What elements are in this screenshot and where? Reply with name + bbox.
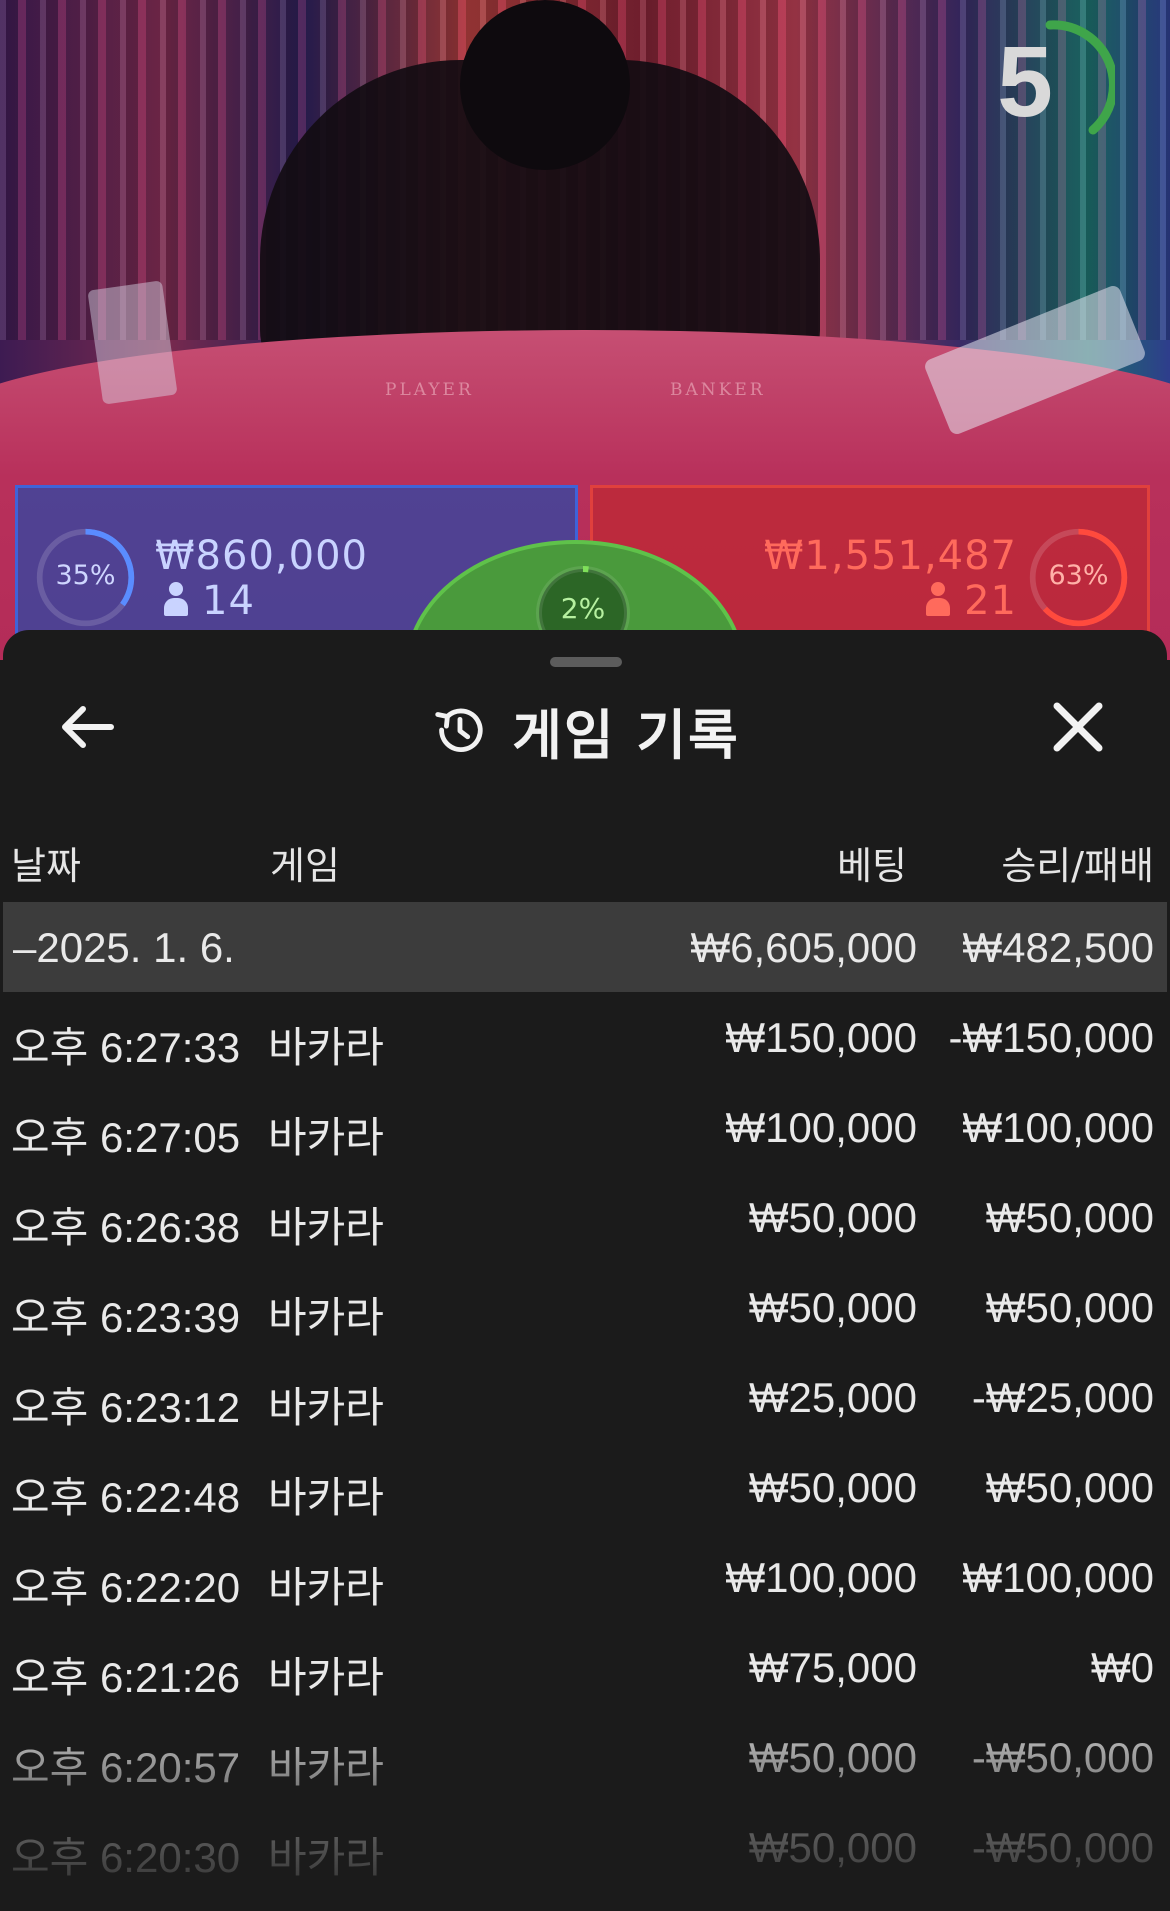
history-result: -₩25,000 [971, 1374, 1154, 1421]
felt-label-banker: BANKER [670, 380, 766, 400]
history-bet: ₩75,000 [748, 1644, 917, 1691]
column-header-result: 승리/패배 [1001, 844, 1154, 888]
felt-label-player: PLAYER [385, 380, 474, 400]
date-group-row[interactable]: –2025. 1. 6. ₩6,605,000 ₩482,500 [3, 902, 1167, 992]
history-bet: ₩25,000 [748, 1374, 917, 1421]
history-result: ₩50,000 [985, 1464, 1154, 1511]
history-game: 바카라 [268, 1114, 384, 1161]
history-row[interactable]: 오후 6:27:33 바카라 ₩150,000 -₩150,000 [3, 992, 1167, 1082]
history-bet: ₩100,000 [725, 1554, 917, 1601]
live-dealer-video: PLAYER BANKER 5 35% ₩860,000 14 63% ₩1,5… [0, 0, 1170, 660]
history-result: ₩50,000 [985, 1194, 1154, 1241]
banker-count-value: 21 [964, 578, 1017, 624]
sheet-header: 게임 기록 [3, 690, 1167, 770]
history-time: 오후 6:27:33 [11, 1024, 241, 1071]
history-result: -₩50,000 [971, 1824, 1154, 1871]
history-game: 바카라 [268, 1834, 384, 1881]
history-bet: ₩50,000 [748, 1824, 917, 1871]
history-time: 오후 6:27:05 [11, 1114, 241, 1161]
history-time: 오후 6:23:12 [11, 1384, 241, 1431]
history-bet: ₩50,000 [748, 1284, 917, 1331]
banker-bet-amount: ₩1,551,487 [763, 533, 1017, 579]
history-bet: ₩100,000 [725, 1104, 917, 1151]
sheet-drag-handle[interactable] [550, 657, 622, 667]
history-time: 오후 6:21:26 [11, 1654, 241, 1701]
column-header-bet: 베팅 [837, 844, 907, 888]
history-time: 오후 6:20:57 [11, 1744, 241, 1791]
tie-percent: 2% [560, 592, 606, 625]
history-game: 바카라 [268, 1654, 384, 1701]
history-result: ₩50,000 [985, 1284, 1154, 1331]
history-row[interactable]: 오후 6:27:05 바카라 ₩100,000 ₩100,000 [3, 1082, 1167, 1172]
person-icon [926, 582, 951, 616]
history-game: 바카라 [268, 1294, 384, 1341]
history-bet: ₩50,000 [748, 1464, 917, 1511]
history-result: ₩100,000 [962, 1104, 1154, 1151]
history-bet: ₩50,000 [748, 1194, 917, 1241]
history-result: -₩150,000 [948, 1014, 1154, 1061]
history-time: 오후 6:26:38 [11, 1204, 241, 1251]
banker-count: 21 [926, 578, 1017, 624]
game-history-sheet: 게임 기록 날짜 게임 베팅 승리/패배 –2025. 1. 6. ₩6,605… [3, 630, 1167, 1911]
history-row[interactable]: 오후 6:20:30 바카라 ₩50,000 -₩50,000 [3, 1802, 1167, 1892]
history-time: 오후 6:20:30 [11, 1834, 241, 1881]
date-group-bet-total: ₩6,605,000 [690, 924, 918, 971]
history-game: 바카라 [268, 1024, 384, 1071]
history-row[interactable]: 오후 6:22:20 바카라 ₩100,000 ₩100,000 [3, 1532, 1167, 1622]
date-group-label: –2025. 1. 6. [13, 924, 235, 971]
history-icon [435, 708, 483, 752]
history-bet: ₩50,000 [748, 1734, 917, 1781]
history-result: -₩50,000 [971, 1734, 1154, 1781]
history-game: 바카라 [268, 1204, 384, 1251]
history-row[interactable]: 오후 6:20:57 바카라 ₩50,000 -₩50,000 [3, 1712, 1167, 1802]
dealer-head [460, 0, 630, 170]
history-row[interactable]: 오후 6:23:39 바카라 ₩50,000 ₩50,000 [3, 1262, 1167, 1352]
history-time: 오후 6:22:20 [11, 1564, 241, 1611]
player-bet-amount: ₩860,000 [155, 533, 368, 579]
date-group-result-total: ₩482,500 [962, 924, 1154, 971]
history-bet: ₩150,000 [725, 1014, 917, 1061]
history-game: 바카라 [268, 1384, 384, 1431]
card-shoe [87, 280, 178, 405]
column-header-date: 날짜 [11, 844, 81, 888]
history-result: ₩0 [1091, 1644, 1154, 1691]
history-time: 오후 6:23:39 [11, 1294, 241, 1341]
history-row[interactable]: 오후 6:22:48 바카라 ₩50,000 ₩50,000 [3, 1442, 1167, 1532]
history-time: 오후 6:22:48 [11, 1474, 241, 1521]
player-count-value: 14 [202, 578, 255, 624]
history-row[interactable]: 오후 6:23:12 바카라 ₩25,000 -₩25,000 [3, 1352, 1167, 1442]
history-row[interactable]: 오후 6:26:38 바카라 ₩50,000 ₩50,000 [3, 1172, 1167, 1262]
history-game: 바카라 [268, 1744, 384, 1791]
history-game: 바카라 [268, 1564, 384, 1611]
history-result: ₩100,000 [962, 1554, 1154, 1601]
person-icon [164, 582, 188, 616]
close-icon[interactable] [1033, 682, 1123, 772]
countdown-timer: 5 [997, 26, 1053, 138]
player-percent: 35% [55, 560, 116, 591]
history-row[interactable]: 오후 6:21:26 바카라 ₩75,000 ₩0 [3, 1622, 1167, 1712]
page-title: 게임 기록 [512, 703, 740, 767]
column-header-game: 게임 [270, 844, 340, 888]
history-game: 바카라 [268, 1474, 384, 1521]
player-count: 14 [164, 578, 255, 624]
banker-percent: 63% [1048, 560, 1109, 591]
